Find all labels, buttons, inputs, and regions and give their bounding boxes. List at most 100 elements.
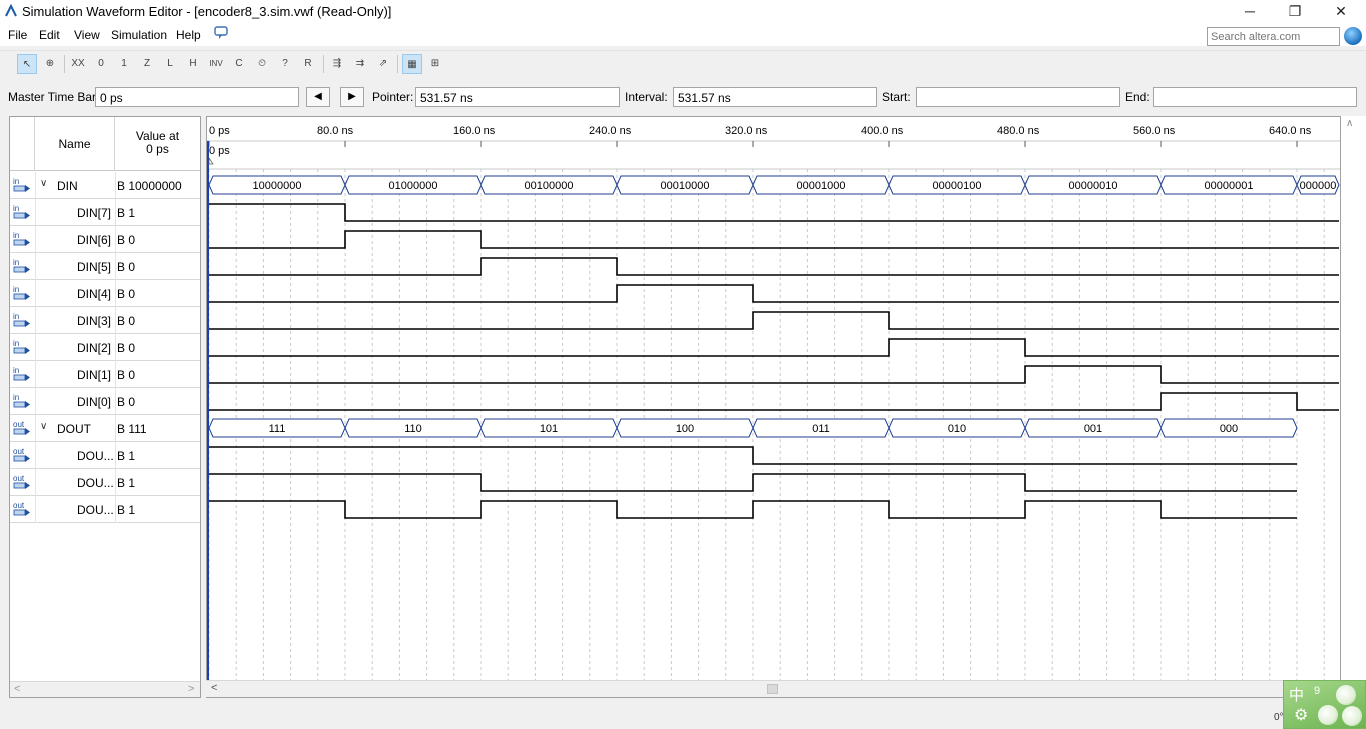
app-icon — [5, 4, 17, 17]
dout-bus-waveform-segment-value: 001 — [1084, 423, 1102, 435]
interval-field[interactable]: 531.57 ns — [673, 87, 877, 107]
ruler-tick-label: 160.0 ns — [453, 125, 496, 137]
end-label: End: — [1125, 90, 1150, 104]
input-pin-icon: in — [13, 258, 30, 273]
signal-row[interactable]: in DIN[1] B 0 — [10, 361, 200, 388]
menu-help[interactable]: Help — [176, 28, 201, 42]
signal-row[interactable]: in DIN[3] B 0 — [10, 307, 200, 334]
force-high-icon[interactable]: 1 — [114, 54, 134, 74]
dout-bus-waveform-segment-value: 010 — [948, 423, 966, 435]
signal-row[interactable]: out DOU... B 1 — [10, 442, 200, 469]
scrollbar-thumb[interactable] — [767, 684, 778, 694]
title-bar: Simulation Waveform Editor - [encoder8_3… — [0, 0, 1366, 24]
next-transition-button[interactable]: ▶ — [340, 87, 364, 107]
expand-collapse-icon[interactable]: ∨ — [40, 178, 47, 189]
signal-name: DIN[0] — [77, 395, 112, 409]
dout-bus-waveform-segment-value: 011 — [812, 423, 830, 435]
input-pin-icon: in — [13, 231, 30, 246]
scroll-left-icon[interactable]: < — [211, 682, 217, 694]
start-field[interactable] — [916, 87, 1120, 107]
force-weak-high-icon[interactable]: H — [183, 54, 203, 74]
group-icon[interactable]: ⊞ — [425, 54, 445, 74]
arbitrary-value-icon[interactable]: ? — [275, 54, 295, 74]
force-low-icon[interactable]: 0 — [91, 54, 111, 74]
force-weak-low-icon[interactable]: L — [160, 54, 180, 74]
signal-value: B 1 — [117, 503, 136, 517]
menu-file[interactable]: File — [8, 28, 27, 42]
din-bit-waveform — [209, 257, 1339, 276]
previous-transition-button[interactable]: ◀ — [306, 87, 330, 107]
value-column-header[interactable]: Value at 0 ps — [115, 130, 200, 156]
svg-text:in: in — [13, 177, 19, 186]
signal-row[interactable]: in DIN[0] B 0 — [10, 388, 200, 415]
input-pin-icon: in — [13, 204, 30, 219]
close-button[interactable]: ✕ — [1318, 0, 1364, 24]
zoom-tool-icon[interactable]: ⊕ — [40, 54, 60, 74]
signal-row[interactable]: out DOU... B 1 — [10, 496, 200, 523]
signal-value: B 0 — [117, 314, 136, 328]
signal-row[interactable]: in DIN[7] B 1 — [10, 199, 200, 226]
svg-text:in: in — [13, 231, 19, 240]
invert-icon[interactable]: INV — [206, 54, 226, 74]
window-title: Simulation Waveform Editor - [encoder8_3… — [22, 4, 392, 19]
run-timing-simulation-icon[interactable]: ⇉ — [350, 54, 370, 74]
din-bus-waveform-segment-value: 10000000 — [253, 180, 302, 192]
dout-bus-waveform-segment-value: 110 — [404, 423, 422, 435]
waveform-hscrollbar[interactable]: < — [206, 680, 1341, 697]
signal-name: DIN[6] — [77, 233, 112, 247]
feedback-icon[interactable] — [213, 26, 229, 40]
ime-widget[interactable]: 中 9 ⚙ — [1283, 680, 1366, 729]
ime-chinese-icon[interactable]: 中 — [1289, 684, 1304, 705]
count-value-icon[interactable]: C — [229, 54, 249, 74]
expand-collapse-icon[interactable]: ∨ — [40, 421, 47, 432]
ime-number: 9 — [1314, 685, 1321, 697]
signal-name: DOU... — [77, 503, 114, 517]
search-input[interactable] — [1207, 27, 1340, 46]
interval-label: Interval: — [625, 90, 668, 104]
signal-row[interactable]: in DIN[2] B 0 — [10, 334, 200, 361]
input-pin-icon: in — [13, 393, 30, 408]
name-column-header[interactable]: Name — [35, 117, 115, 171]
menu-simulation[interactable]: Simulation — [111, 28, 167, 42]
master-time-bar-field[interactable]: 0 ps — [95, 87, 299, 107]
din-bus-waveform-segment-value: 00001000 — [797, 180, 846, 192]
output-pin-icon: out — [13, 447, 30, 462]
ime-gear-icon[interactable]: ⚙ — [1294, 705, 1308, 724]
clock-icon[interactable]: ⏲ — [252, 54, 272, 74]
dandelion-icon — [1342, 706, 1362, 726]
maximize-button[interactable]: ❐ — [1272, 0, 1318, 24]
signal-row[interactable]: in DIN[4] B 0 — [10, 280, 200, 307]
scroll-right-icon: > — [188, 683, 195, 695]
globe-icon[interactable] — [1344, 27, 1362, 45]
waveform-vscrollbar[interactable]: ∧ — [1341, 116, 1366, 698]
menu-edit[interactable]: Edit — [39, 28, 60, 42]
signal-row[interactable]: out ∨ DOUT B 111 — [10, 415, 200, 442]
signal-row[interactable]: in ∨ DIN B 10000000 — [10, 172, 200, 199]
signal-row[interactable]: in DIN[5] B 0 — [10, 253, 200, 280]
run-functional-simulation-icon[interactable]: ⇶ — [327, 54, 347, 74]
generate-netlist-icon[interactable]: ⇗ — [373, 54, 393, 74]
signal-row[interactable]: in DIN[6] B 0 — [10, 226, 200, 253]
time-bar: Master Time Bar: 0 ps ◀ ▶ Pointer: 531.5… — [0, 84, 1366, 110]
ruler-tick-label: 400.0 ns — [861, 125, 904, 137]
menu-view[interactable]: View — [74, 28, 100, 42]
force-high-impedance-icon[interactable]: Z — [137, 54, 157, 74]
signal-value: B 0 — [117, 287, 136, 301]
signal-row[interactable]: out DOU... B 1 — [10, 469, 200, 496]
scroll-up-icon[interactable]: ∧ — [1346, 118, 1353, 129]
ruler-tick-label: 560.0 ns — [1133, 125, 1176, 137]
waveform-canvas[interactable]: 0 ps 80.0 ns 160.0 ns 240.0 ns 320.0 ns 400.0… — [207, 117, 1341, 698]
output-pin-icon: out — [13, 474, 30, 489]
snap-to-grid-icon[interactable]: ▦ — [402, 54, 422, 74]
signal-name: DIN[3] — [77, 314, 112, 328]
pointer-field[interactable]: 531.57 ns — [415, 87, 620, 107]
waveform-panel[interactable]: 0 ps 80.0 ns 160.0 ns 240.0 ns 320.0 ns 400.0… — [206, 116, 1341, 698]
signal-name: DOU... — [77, 449, 114, 463]
random-value-icon[interactable]: R — [298, 54, 318, 74]
minimize-button[interactable]: ─ — [1227, 0, 1273, 24]
signal-list-hscrollbar[interactable]: < > — [10, 681, 200, 697]
force-unknown-icon[interactable]: XX — [68, 54, 88, 74]
status-bar — [0, 700, 1366, 729]
end-field[interactable] — [1153, 87, 1357, 107]
selection-tool-icon[interactable]: ↖ — [17, 54, 37, 74]
